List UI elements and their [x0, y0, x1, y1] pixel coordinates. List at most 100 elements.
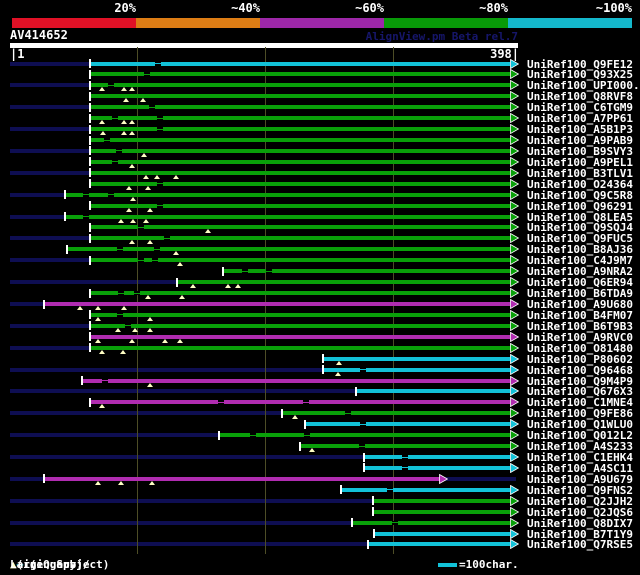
subject-label[interactable]: UniRef100_Q96291 [527, 201, 633, 212]
subject-gap-notch [303, 433, 310, 438]
subject-label[interactable]: UniRef100_P80602 [527, 354, 633, 365]
query-gap-triangle-icon [99, 349, 106, 354]
arrowhead-icon [509, 113, 519, 124]
scale-label: 20% [114, 1, 136, 15]
query-gap-triangle-icon [173, 251, 180, 256]
query-gap-triangle-icon [142, 174, 149, 179]
subject-gap-notch [242, 269, 249, 274]
alignment-bar[interactable] [90, 61, 510, 66]
arrowhead-icon [509, 288, 519, 298]
alignment-bar[interactable] [356, 389, 510, 394]
query-gap-triangle-icon [99, 404, 106, 409]
arrowhead-icon [509, 135, 519, 145]
alignment-bar[interactable] [341, 487, 510, 492]
alignment-bar[interactable] [373, 498, 510, 503]
alignment-bar[interactable] [44, 302, 510, 306]
arrowhead-icon [509, 320, 519, 331]
subject-label[interactable]: UniRef100_Q96468 [527, 365, 633, 376]
alignment-bar[interactable] [90, 127, 510, 132]
start-tick [304, 419, 307, 429]
alignment-bar[interactable] [300, 444, 510, 449]
gaps-legend: Large gaps: ▲ (in Query)/– (in Subject) [10, 558, 109, 572]
alignment-bar[interactable] [67, 247, 510, 252]
subject-gap-notch [149, 105, 155, 110]
alignment-bar[interactable] [90, 345, 510, 350]
query-gap-triangle-icon [146, 316, 153, 321]
query-gap-triangle-icon [205, 229, 212, 234]
subject-gap-notch [111, 159, 118, 164]
start-tick [89, 59, 92, 68]
alignment-bar[interactable] [90, 159, 510, 164]
subject-gap-notch [358, 444, 365, 449]
arrowhead-icon [509, 124, 519, 135]
alignment-row: UniRef100_Q2JQS6 [0, 506, 640, 518]
start-tick [89, 201, 92, 211]
start-tick [89, 310, 92, 320]
alignment-bar[interactable] [90, 334, 510, 339]
alignment-bar[interactable] [90, 236, 510, 241]
alignment-bar[interactable] [373, 509, 510, 514]
start-tick [355, 386, 358, 396]
alignview-screen: 20% ~40% ~60% ~80% ~100% AV414652 AlignView.… [0, 0, 640, 575]
alignment-bar[interactable] [90, 94, 510, 99]
arrowhead-icon [509, 80, 519, 91]
start-tick [176, 277, 179, 287]
subject-gap-notch [111, 116, 118, 121]
arrowhead-icon [509, 58, 519, 69]
subject-gap-notch [137, 225, 144, 230]
arrowhead-icon [509, 495, 519, 506]
query-gap-triangle-icon [114, 327, 121, 332]
alignment-bar[interactable] [90, 225, 510, 230]
query-gap-triangle-icon [99, 120, 106, 125]
alignment-bar[interactable] [90, 181, 510, 186]
arrowhead-icon [509, 91, 519, 102]
subject-gap-notch [154, 247, 161, 252]
query-gap-triangle-icon [120, 120, 127, 125]
subject-label[interactable]: UniRef100_Q2JQS6 [527, 507, 633, 518]
alignment-bar[interactable] [352, 520, 510, 525]
alignment-bar[interactable] [219, 433, 510, 438]
alignment-bar[interactable] [364, 455, 510, 459]
alignment-bar[interactable] [282, 411, 510, 416]
subject-label[interactable]: UniRef100_Q8DIX7 [527, 518, 633, 529]
query-gap-triangle-icon [126, 207, 132, 212]
alignment-bar[interactable] [368, 542, 510, 547]
arrowhead-icon [509, 528, 519, 539]
alignment-bar[interactable] [90, 291, 510, 295]
alignment-bar[interactable] [305, 422, 510, 427]
arrowhead-icon [509, 331, 519, 342]
query-gap-triangle-icon [118, 218, 125, 223]
start-tick [63, 212, 66, 221]
alignment-bar[interactable] [90, 72, 510, 77]
arrowhead-icon [509, 266, 519, 277]
start-tick [89, 69, 92, 79]
alignment-bar[interactable] [364, 465, 510, 470]
alignment-bar[interactable] [90, 83, 510, 88]
subject-gap-notch [115, 148, 122, 153]
arrowhead-icon [509, 102, 519, 113]
alignment-bar[interactable] [323, 367, 510, 372]
query-gap-triangle-icon [292, 415, 299, 420]
start-tick [89, 157, 92, 167]
subject-gap-notch [133, 291, 140, 295]
alignment-bar[interactable] [90, 148, 510, 153]
start-tick [89, 168, 92, 178]
alignment-bar[interactable] [90, 138, 510, 142]
alignment-bar[interactable] [90, 312, 510, 317]
subject-gap-notch [118, 291, 125, 295]
start-tick [89, 113, 92, 123]
alignment-bar[interactable] [90, 203, 510, 208]
alignment-bar[interactable] [44, 476, 440, 481]
alignment-bar[interactable] [374, 531, 510, 536]
arrowhead-icon [509, 309, 519, 320]
arrowhead-icon [509, 506, 519, 517]
arrowhead-icon [509, 353, 519, 364]
alignment-bar[interactable] [323, 356, 510, 361]
subject-label[interactable]: UniRef100_Q7RSE5 [527, 539, 633, 550]
alignment-bar[interactable] [90, 116, 510, 121]
alignment-row: UniRef100_Q8DIX7 [0, 517, 640, 529]
subject-gap-notch [117, 247, 123, 252]
arrowhead-icon [509, 69, 519, 80]
alignment-bar[interactable] [90, 323, 510, 328]
alignment-bar[interactable] [90, 400, 510, 405]
